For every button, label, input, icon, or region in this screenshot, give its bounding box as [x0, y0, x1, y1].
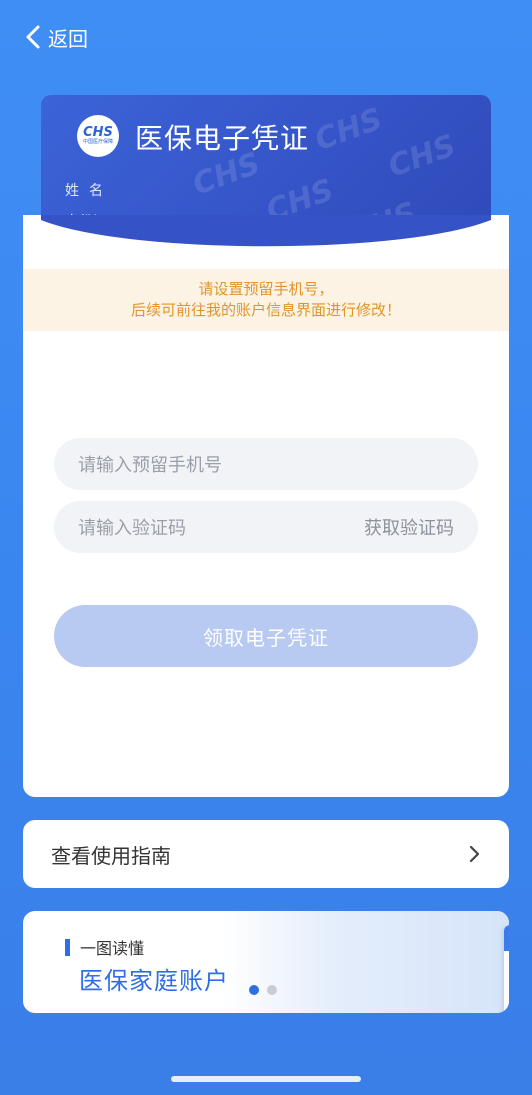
- card-title: 医保电子凭证: [135, 122, 310, 155]
- banner-illustration: [223, 911, 509, 1013]
- back-button[interactable]: 返回: [24, 22, 88, 52]
- svg-text:CHS: CHS: [384, 128, 461, 184]
- get-code-button[interactable]: 获取验证码: [364, 514, 454, 540]
- notice-line-2: 后续可前往我的账户信息界面进行修改！: [130, 301, 401, 319]
- carousel-indicator: [249, 985, 285, 995]
- logo-subtext: 中国医疗保障: [82, 139, 113, 145]
- home-indicator[interactable]: [171, 1076, 361, 1082]
- banner-tag: 一图读懂: [65, 935, 144, 959]
- phone-mockup-icon: [504, 925, 509, 1013]
- usage-guide-row[interactable]: 查看使用指南: [23, 820, 509, 888]
- credential-card-container: CHSCHS CHSCHS CHSCHS CHS 中国医疗保障 医保电子凭证 姓…: [23, 95, 509, 797]
- chevron-left-icon: [26, 25, 40, 49]
- family-account-banner[interactable]: 一图读懂 医保家庭账户: [23, 911, 509, 1013]
- back-label: 返回: [48, 26, 88, 51]
- usage-guide-label: 查看使用指南: [51, 843, 171, 868]
- carousel-dot[interactable]: [267, 985, 277, 995]
- banner-tag-text: 一图读懂: [80, 939, 145, 958]
- phone-input[interactable]: 请输入预留手机号: [54, 438, 478, 490]
- notice-banner: 请设置预留手机号， 后续可前往我的账户信息界面进行修改！: [23, 269, 509, 331]
- chevron-right-icon: [469, 845, 480, 863]
- svg-text:CHS: CHS: [310, 105, 387, 158]
- claim-credential-button[interactable]: 领取电子凭证: [54, 605, 478, 667]
- name-label: 姓名: [65, 183, 113, 199]
- accent-bar: [65, 938, 70, 956]
- code-input-placeholder: 请输入验证码: [78, 518, 186, 539]
- phone-input-placeholder: 请输入预留手机号: [78, 455, 222, 476]
- card-curve-divider: [41, 215, 491, 247]
- notice-line-1: 请设置预留手机号，: [198, 280, 334, 298]
- banner-title: 医保家庭账户: [79, 967, 229, 995]
- chs-logo: CHS 中国医疗保障: [77, 115, 119, 157]
- carousel-dot-active[interactable]: [249, 985, 259, 995]
- verification-code-input[interactable]: 请输入验证码 获取验证码: [54, 501, 478, 553]
- logo-text: CHS: [83, 125, 113, 140]
